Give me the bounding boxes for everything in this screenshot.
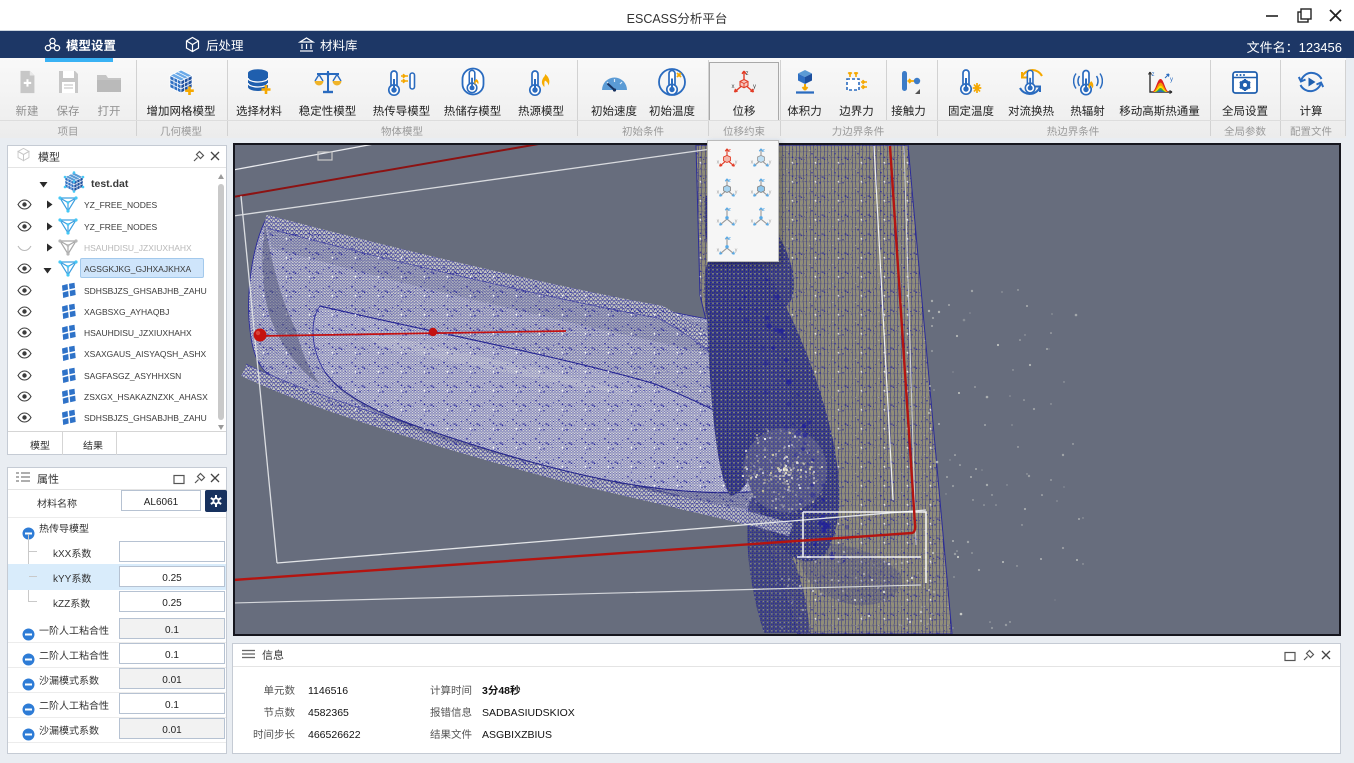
svg-text:z: z bbox=[762, 147, 765, 154]
svg-text:x: x bbox=[732, 81, 735, 90]
svg-text:z: z bbox=[728, 177, 731, 184]
svg-text:z: z bbox=[728, 206, 731, 213]
svg-text:x: x bbox=[751, 189, 754, 196]
svg-text:y: y bbox=[769, 218, 772, 225]
svg-text:x: x bbox=[717, 247, 720, 254]
svg-text:x: x bbox=[717, 189, 720, 196]
svg-text:z: z bbox=[762, 206, 765, 213]
svg-text:z: z bbox=[728, 235, 731, 242]
svg-text:y: y bbox=[753, 81, 756, 90]
svg-text:y: y bbox=[769, 189, 772, 196]
svg-text:x: x bbox=[751, 159, 754, 166]
svg-text:z: z bbox=[762, 177, 765, 184]
svg-text:y: y bbox=[1170, 74, 1173, 83]
svg-text:x: x bbox=[717, 218, 720, 225]
svg-text:y: y bbox=[735, 189, 738, 196]
svg-text:z: z bbox=[1151, 69, 1154, 78]
svg-text:x: x bbox=[717, 159, 720, 166]
svg-text:x: x bbox=[751, 218, 754, 225]
svg-text:y: y bbox=[769, 159, 772, 166]
svg-text:z: z bbox=[746, 68, 749, 77]
svg-text:z: z bbox=[728, 147, 731, 154]
svg-text:y: y bbox=[735, 247, 738, 254]
svg-text:y: y bbox=[735, 218, 738, 225]
svg-text:y: y bbox=[735, 159, 738, 166]
